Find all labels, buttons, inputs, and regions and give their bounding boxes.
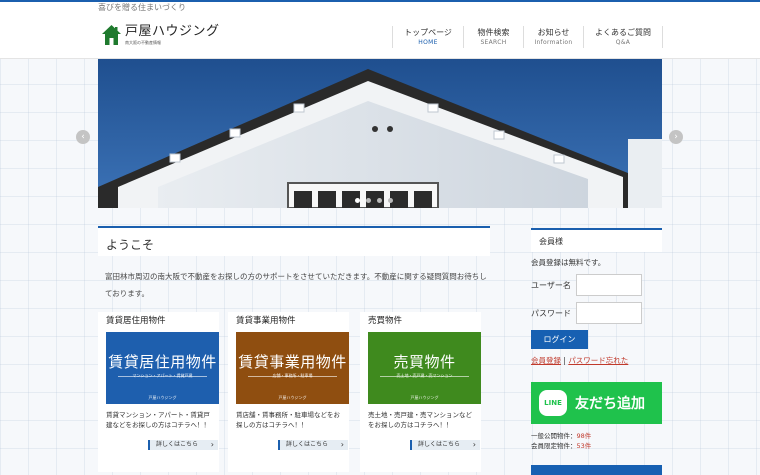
- nav-label: よくあるご質問: [595, 28, 651, 37]
- card-description: 賃店舗・賃事務所・駐車場などをお探しの方はコチラへ！！: [236, 411, 340, 429]
- sidebar-next-widget: [531, 465, 662, 475]
- stat-value: 98件: [576, 432, 592, 440]
- nav-label: トップページ: [404, 28, 452, 37]
- card-banner[interactable]: 売買物件 売土地・売戸建・売マンション 戸屋ハウジング: [368, 332, 481, 404]
- card-residential-rental: 賃貸居住用物件 賃貸居住用物件 マンション・アパート・賃貸戸建 戸屋ハウジング …: [98, 312, 219, 472]
- banner-title: 賃貸居住用物件: [108, 353, 217, 371]
- line-button-label: 友だち追加: [575, 396, 645, 412]
- line-add-friend-button[interactable]: LINE 友だち追加: [531, 382, 662, 424]
- card-banner[interactable]: 賃貸事業用物件 店舗・事務所・駐車場 戸屋ハウジング: [236, 332, 349, 404]
- slider-prev-button[interactable]: ‹: [76, 130, 90, 144]
- banner-subtitle: マンション・アパート・賃貸戸建: [132, 373, 193, 378]
- welcome-heading: ようこそ: [98, 226, 490, 256]
- hero-slider[interactable]: [98, 59, 662, 208]
- slider-dots: [355, 198, 393, 203]
- logo-title: 戸屋ハウジング: [125, 23, 220, 39]
- nav-sublabel: Q&A: [615, 39, 631, 46]
- password-label: パスワード: [531, 308, 571, 318]
- password-input[interactable]: [576, 302, 642, 324]
- intro-text: 富田林市周辺の南大阪で不動産をお探しの方のサポートをさせていただきます。不動産に…: [105, 272, 487, 298]
- nav-sublabel: SEARCH: [480, 39, 507, 46]
- nav-item-information[interactable]: お知らせ Information: [523, 26, 583, 48]
- stat-label: 会員限定物件：: [531, 442, 577, 450]
- stat-value: 53件: [576, 442, 592, 450]
- hero-house-image: [98, 59, 662, 208]
- link-separator: |: [563, 356, 566, 365]
- house-icon: [102, 25, 121, 45]
- banner-company: 戸屋ハウジング: [148, 395, 177, 400]
- site-logo[interactable]: 戸屋ハウジング 南大阪の不動産情報: [101, 24, 220, 46]
- banner-subtitle: 店舗・事務所・駐車場: [272, 373, 313, 378]
- username-row: ユーザー名: [531, 274, 662, 296]
- stat-members: 会員限定物件：53件: [531, 441, 662, 451]
- site-tagline: 喜びを贈る住まいづくり: [98, 3, 186, 12]
- register-link[interactable]: 会員登録: [531, 356, 561, 365]
- details-link[interactable]: 詳しくはこちら: [278, 440, 348, 450]
- username-input[interactable]: [576, 274, 642, 296]
- login-button[interactable]: ログイン: [531, 330, 588, 349]
- nav-label: 物件検索: [477, 28, 510, 37]
- nav-sublabel: HOME: [418, 39, 438, 46]
- listing-stats: 一般公開物件：98件 会員限定物件：53件: [531, 431, 662, 451]
- banner-subtitle: 売土地・売戸建・売マンション: [396, 373, 453, 378]
- nav-sublabel: Information: [534, 39, 573, 46]
- line-logo-icon: LINE: [539, 390, 567, 416]
- banner-company: 戸屋ハウジング: [410, 395, 439, 400]
- nav-item-qa[interactable]: よくあるご質問 Q&A: [583, 26, 663, 48]
- slider-dot[interactable]: [388, 198, 393, 203]
- nav-item-search[interactable]: 物件検索 SEARCH: [463, 26, 523, 48]
- slider-dot[interactable]: [377, 198, 382, 203]
- card-business-rental: 賃貸事業用物件 賃貸事業用物件 店舗・事務所・駐車場 戸屋ハウジング 賃店舗・賃…: [228, 312, 349, 472]
- card-title: 賃貸居住用物件: [106, 316, 166, 326]
- stat-label: 一般公開物件：: [531, 432, 577, 440]
- site-header: 戸屋ハウジング 南大阪の不動産情報 トップページ HOME 物件検索 SEARC…: [0, 14, 760, 59]
- details-link[interactable]: 詳しくはこちら: [148, 440, 218, 450]
- card-description: 賃貸マンション・アパート・賃貸戸建などをお探しの方はコチラへ！！: [106, 411, 210, 429]
- free-registration-note: 会員登録は無料です。: [531, 258, 606, 267]
- member-sidebar: 会員様 会員登録は無料です。 ユーザー名 パスワード ログイン 会員登録 | パ…: [531, 228, 662, 451]
- card-title: 賃貸事業用物件: [236, 316, 296, 326]
- slider-dot[interactable]: [355, 198, 360, 203]
- slider-next-button[interactable]: ›: [669, 130, 683, 144]
- forgot-password-link[interactable]: パスワード忘れた: [568, 356, 628, 365]
- card-sale: 売買物件 売買物件 売土地・売戸建・売マンション 戸屋ハウジング 売土地・売戸建…: [360, 312, 481, 472]
- card-title: 売買物件: [368, 316, 403, 326]
- nav-item-home[interactable]: トップページ HOME: [392, 26, 463, 48]
- details-link[interactable]: 詳しくはこちら: [410, 440, 480, 450]
- main-content: ようこそ 富田林市周辺の南大阪で不動産をお探しの方のサポートをさせていただきます…: [98, 226, 490, 472]
- banner-company: 戸屋ハウジング: [278, 395, 307, 400]
- card-description: 売土地・売戸建・売マンションなどをお探しの方はコチラへ！！: [368, 411, 472, 429]
- password-row: パスワード: [531, 302, 662, 324]
- logo-subtitle: 南大阪の不動産情報: [125, 39, 161, 45]
- main-nav: トップページ HOME 物件検索 SEARCH お知らせ Information…: [392, 26, 663, 48]
- banner-title: 賃貸事業用物件: [238, 353, 347, 371]
- banner-title: 売買物件: [393, 353, 456, 371]
- member-links: 会員登録 | パスワード忘れた: [531, 355, 662, 366]
- username-label: ユーザー名: [531, 280, 571, 290]
- nav-label: お知らせ: [537, 28, 570, 37]
- slider-dot[interactable]: [366, 198, 371, 203]
- card-banner[interactable]: 賃貸居住用物件 マンション・アパート・賃貸戸建 戸屋ハウジング: [106, 332, 219, 404]
- stat-public: 一般公開物件：98件: [531, 431, 662, 441]
- member-heading: 会員様: [531, 228, 662, 252]
